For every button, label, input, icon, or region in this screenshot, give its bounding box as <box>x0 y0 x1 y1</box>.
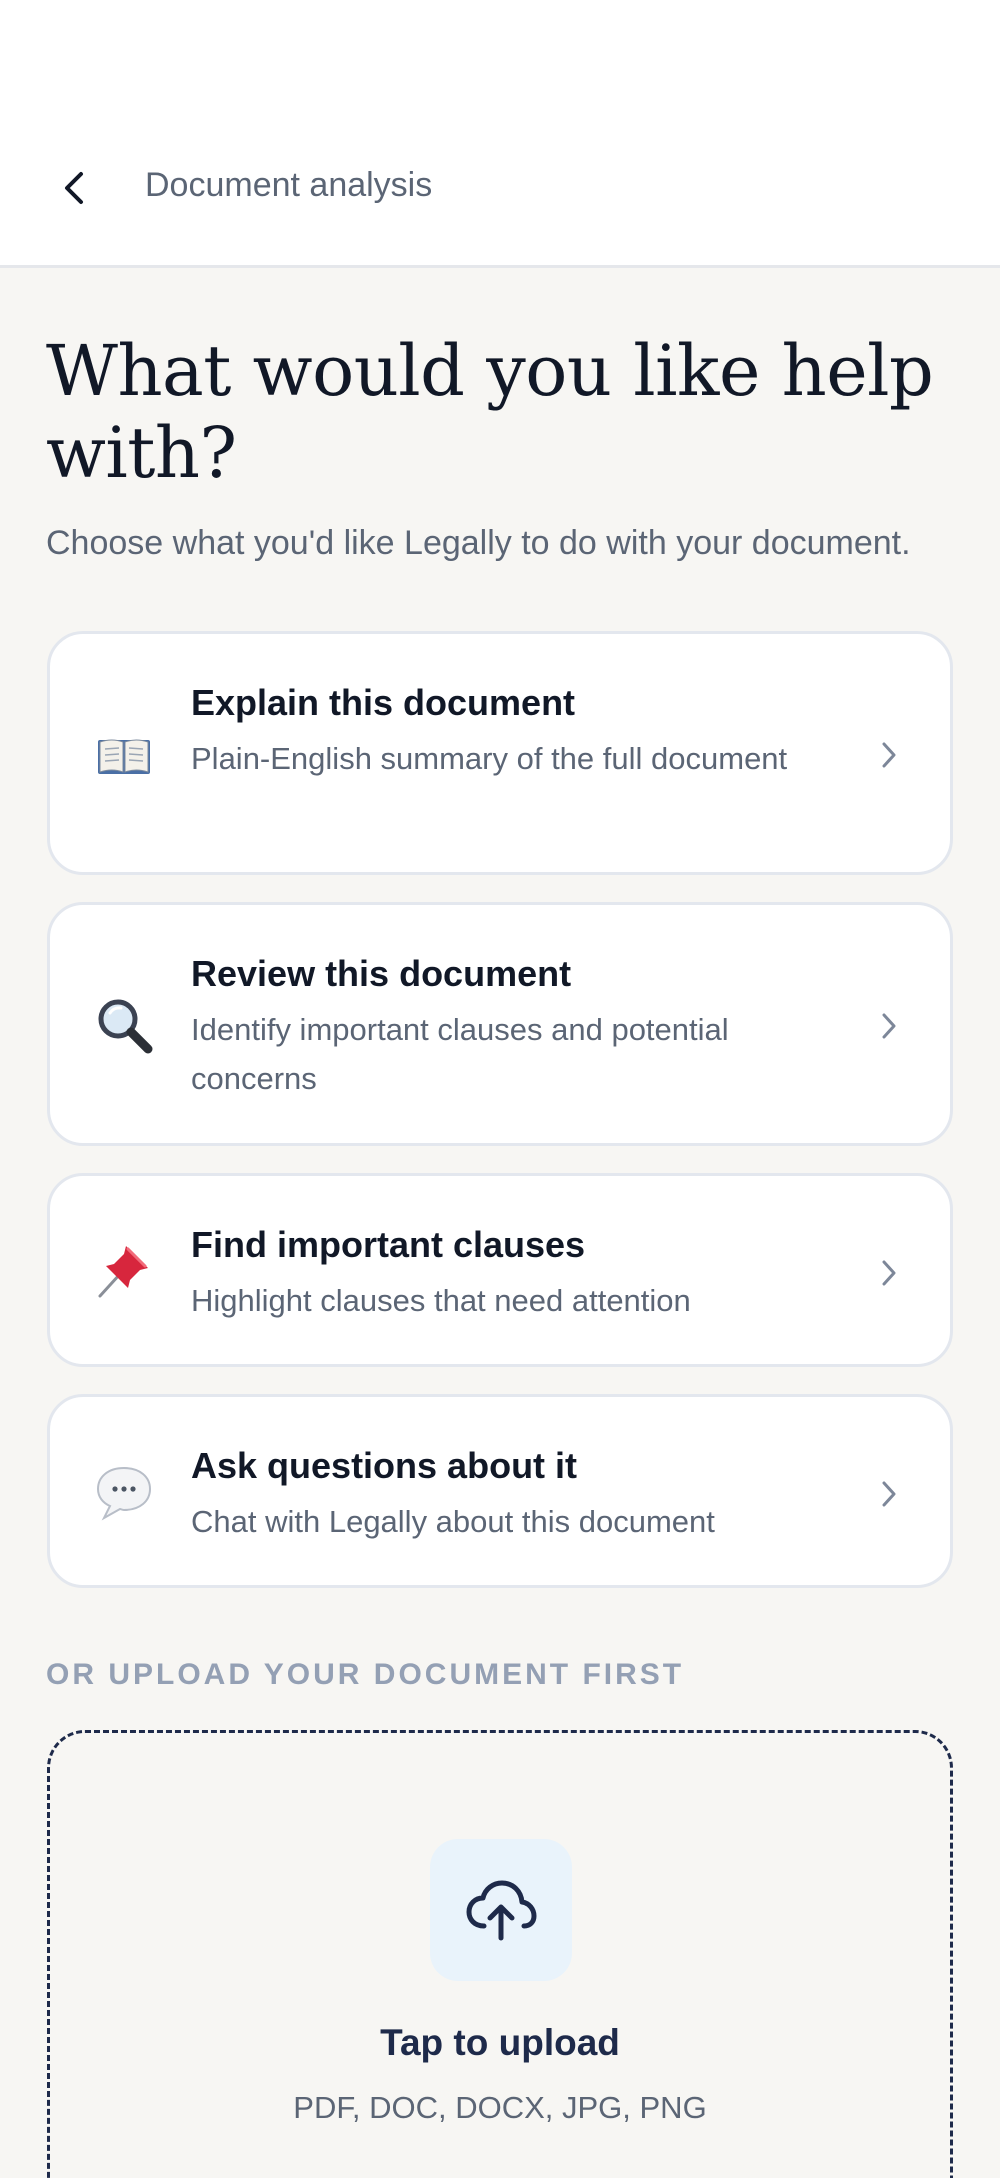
option-title: Review this document <box>191 953 572 994</box>
chevron-right-icon <box>874 1479 904 1509</box>
upload-section-label: OR UPLOAD YOUR DOCUMENT FIRST <box>46 1658 685 1691</box>
option-ask-questions[interactable]: Ask questions about it Chat with Legally… <box>47 1394 953 1588</box>
speech-bubble-icon <box>92 1461 156 1525</box>
option-title: Find important clauses <box>191 1224 586 1265</box>
upload-icon-container <box>430 1839 572 1981</box>
chevron-right-icon <box>874 740 904 770</box>
cloud-upload-icon <box>466 1880 537 1941</box>
page-title: What would you like help with? <box>46 330 934 494</box>
option-title: Ask questions about it <box>191 1445 578 1486</box>
chevron-right-icon <box>874 1011 904 1041</box>
open-book-icon <box>92 724 156 788</box>
option-review-document[interactable]: Review this document Identify important … <box>47 902 953 1146</box>
option-description: Identify important clauses and potential… <box>191 1012 729 1096</box>
option-explain-document[interactable]: Explain this document Plain-English summ… <box>47 631 953 875</box>
chevron-right-icon <box>874 1258 904 1288</box>
option-description: Chat with Legally about this document <box>191 1504 715 1539</box>
pushpin-icon <box>92 1238 156 1302</box>
option-description: Highlight clauses that need attention <box>191 1283 691 1318</box>
upload-formats: PDF, DOC, DOCX, JPG, PNG <box>293 2090 707 2125</box>
header-title: Document analysis <box>145 166 433 204</box>
option-title: Explain this document <box>191 682 576 723</box>
option-description: Plain-English summary of the full docume… <box>191 741 788 776</box>
back-button[interactable] <box>46 160 102 216</box>
option-find-clauses[interactable]: Find important clauses Highlight clauses… <box>47 1173 953 1367</box>
app-header: Document analysis <box>0 0 1000 268</box>
magnifying-glass-icon <box>92 993 156 1057</box>
upload-dropzone[interactable]: Tap to upload PDF, DOC, DOCX, JPG, PNG <box>47 1730 953 2178</box>
chevron-left-icon <box>65 172 83 204</box>
page-subtitle: Choose what you'd like Legally to do wit… <box>46 524 911 562</box>
upload-title: Tap to upload <box>380 2022 620 2063</box>
